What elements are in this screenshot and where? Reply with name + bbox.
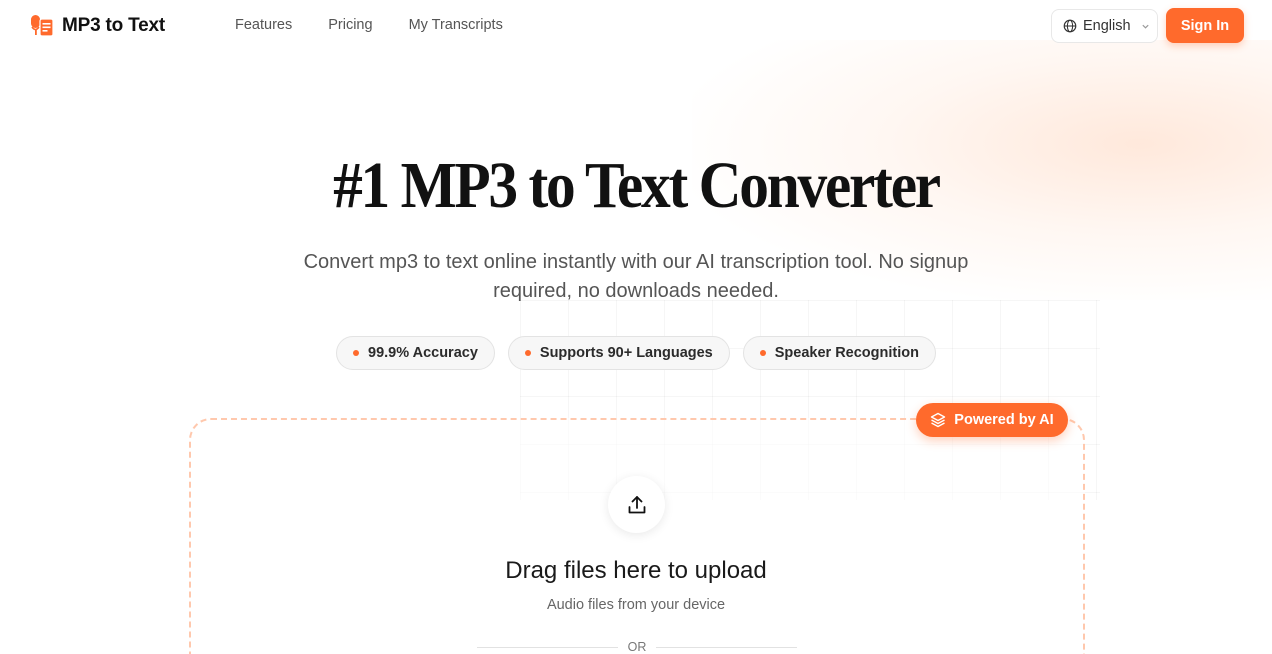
language-selector[interactable]: English	[1051, 9, 1158, 43]
layers-icon	[931, 412, 946, 428]
language-label: English	[1083, 18, 1131, 34]
upload-subtitle: Audio files from your device	[546, 597, 726, 613]
site-header: MP3 to Text Features Pricing My Transcri…	[0, 0, 1272, 52]
bullet-dot-icon	[524, 350, 531, 356]
main-nav: Features Pricing My Transcripts	[235, 17, 503, 33]
feature-pill-label: Speaker Recognition	[774, 345, 919, 361]
divider-line	[656, 646, 797, 648]
feature-pill-label: 99.9% Accuracy	[368, 345, 478, 361]
badge-label: Powered by AI	[954, 412, 1054, 428]
feature-pills: 99.9% Accuracy Supports 90+ Languages Sp…	[0, 336, 1272, 370]
upload-title: Drag files here to upload	[505, 557, 767, 584]
nav-my-transcripts-link[interactable]: My Transcripts	[409, 17, 503, 33]
feature-pill-label: Supports 90+ Languages	[539, 345, 713, 361]
bullet-dot-icon	[759, 350, 766, 356]
upload-icon	[628, 495, 645, 513]
feature-pill: Supports 90+ Languages	[507, 336, 730, 370]
logo[interactable]: MP3 to Text	[30, 13, 165, 39]
bullet-dot-icon	[353, 350, 359, 356]
divider-line	[477, 646, 618, 648]
nav-features-link[interactable]: Features	[235, 17, 292, 33]
feature-pill: 99.9% Accuracy	[336, 336, 495, 370]
sign-in-button[interactable]: Sign In	[1166, 8, 1244, 43]
upload-button[interactable]	[608, 476, 665, 533]
feature-pill: Speaker Recognition	[742, 336, 936, 370]
or-label: OR	[627, 640, 647, 654]
globe-icon	[1063, 19, 1077, 33]
logo-icon	[31, 15, 54, 37]
nav-pricing-link[interactable]: Pricing	[328, 17, 372, 33]
chevron-down-icon	[1141, 24, 1149, 29]
powered-by-ai-badge: Powered by AI	[916, 403, 1068, 437]
hero-subtitle: Convert mp3 to text online instantly wit…	[303, 251, 969, 302]
brand-name: MP3 to Text	[62, 15, 166, 36]
or-divider: OR	[477, 640, 797, 654]
upload-dropzone[interactable]	[189, 418, 1085, 654]
hero-title: #1 MP3 to Text Converter	[333, 149, 941, 222]
